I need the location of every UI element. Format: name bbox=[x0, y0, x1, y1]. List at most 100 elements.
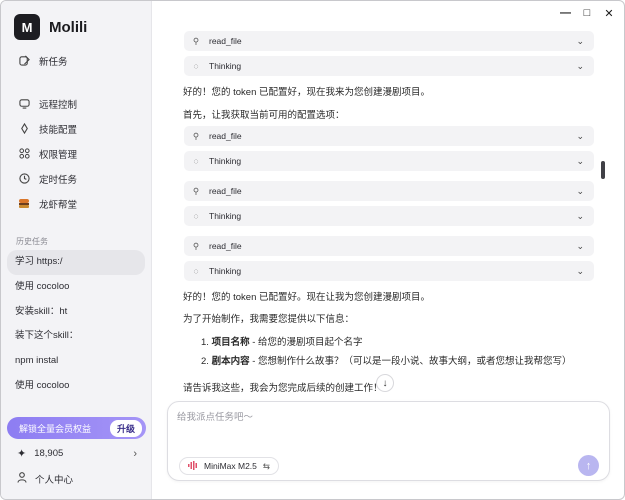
sidebar-item-label: 龙虾帮堂 bbox=[39, 199, 78, 211]
promo-text: 解锁全量会员权益 bbox=[19, 423, 92, 434]
app-window: M Molili 新任务 远程控制 技能配置 权限管理 定时任务 龙虾帮堂 历史… bbox=[0, 0, 625, 500]
list-number: 1. bbox=[201, 337, 209, 348]
history-item[interactable]: 使用 cocoloo bbox=[7, 374, 145, 399]
lobster-icon bbox=[18, 198, 30, 210]
upgrade-button[interactable]: 升级 bbox=[109, 419, 142, 437]
tool-call-label: read_file bbox=[209, 36, 242, 46]
scroll-down-button[interactable]: ↓ bbox=[376, 374, 394, 392]
tool-call-row[interactable]: ⚲ read_file ⌄ bbox=[184, 236, 594, 256]
tool-call-label: read_file bbox=[209, 186, 242, 196]
points-row[interactable]: ✦ 18,905 › bbox=[17, 447, 137, 461]
new-task-nav: 新任务 bbox=[9, 48, 145, 73]
profile-label: 个人中心 bbox=[35, 475, 74, 486]
chevron-down-icon: ⌄ bbox=[576, 35, 584, 46]
new-task-button[interactable]: 新任务 bbox=[9, 48, 145, 73]
history-item[interactable]: 使用 cocoloo bbox=[7, 275, 145, 300]
list-bold: 剧本内容 bbox=[211, 356, 250, 367]
thinking-label: Thinking bbox=[209, 61, 242, 71]
swap-icon: ⇆ bbox=[262, 460, 271, 471]
history-list: 学习 https:/ 使用 cocoloo 安装skill：ht 装下这个ski… bbox=[7, 250, 145, 399]
grid-icon bbox=[18, 148, 30, 160]
skill-icon bbox=[18, 123, 30, 135]
profile-row[interactable]: 个人中心 bbox=[17, 472, 73, 486]
assistant-message: 首先，让我获取当前可用的配置选项： bbox=[183, 110, 345, 121]
membership-promo[interactable]: 解锁全量会员权益 升级 bbox=[7, 417, 146, 439]
sparkle-icon: ✦ bbox=[17, 448, 27, 460]
list-number: 2. bbox=[201, 356, 209, 367]
thinking-row[interactable]: ◌ Thinking ⌄ bbox=[184, 206, 594, 226]
list-item: 2. 剧本内容 - 您想制作什么故事？（可以是一段小说、故事大纲，或者您想让我帮… bbox=[201, 353, 572, 367]
sidebar-item-label: 技能配置 bbox=[39, 124, 78, 136]
thinking-label: Thinking bbox=[209, 211, 242, 221]
thinking-row[interactable]: ◌ Thinking ⌄ bbox=[184, 261, 594, 281]
assistant-message: 请告诉我这些，我会为您完成后续的创建工作！ bbox=[183, 383, 383, 394]
sidebar-menu: 远程控制 技能配置 权限管理 定时任务 龙虾帮堂 bbox=[9, 91, 145, 216]
audio-wave-icon bbox=[188, 460, 198, 472]
history-item[interactable]: 学习 https:/ bbox=[7, 250, 145, 275]
history-section-label: 历史任务 bbox=[16, 237, 48, 246]
sidebar-item-label: 远程控制 bbox=[39, 99, 78, 111]
chevron-down-icon: ⌄ bbox=[576, 210, 584, 221]
list-bold: 项目名称 bbox=[211, 337, 250, 348]
thinking-icon: ◌ bbox=[193, 61, 199, 71]
task-input[interactable] bbox=[177, 408, 577, 426]
tool-call-label: read_file bbox=[209, 131, 242, 141]
list-text: - 给您的漫剧项目起个名字 bbox=[249, 337, 363, 348]
chevron-down-icon: ⌄ bbox=[576, 155, 584, 166]
send-button[interactable]: ↑ bbox=[578, 455, 599, 476]
sidebar-item-remote-control[interactable]: 远程控制 bbox=[9, 91, 145, 116]
history-item[interactable]: npm instal bbox=[7, 349, 145, 374]
thinking-icon: ◌ bbox=[193, 211, 199, 221]
chevron-down-icon: ⌄ bbox=[576, 185, 584, 196]
tool-call-label: read_file bbox=[209, 241, 242, 251]
model-name: MiniMax M2.5 bbox=[204, 461, 257, 471]
tool-icon: ⚲ bbox=[192, 240, 200, 251]
sidebar-item-label: 权限管理 bbox=[39, 149, 78, 161]
sidebar-item-lobster-hall[interactable]: 龙虾帮堂 bbox=[9, 191, 145, 216]
points-value: 18,905 bbox=[34, 448, 64, 459]
model-selector[interactable]: MiniMax M2.5 ⇆ bbox=[179, 457, 280, 475]
list-text: - 您想制作什么故事？（可以是一段小说、故事大纲，或者您想让我帮您写） bbox=[249, 356, 572, 367]
user-icon bbox=[17, 472, 27, 486]
tool-icon: ⚲ bbox=[192, 35, 200, 46]
clock-icon bbox=[18, 173, 30, 185]
tool-call-row[interactable]: ⚲ read_file ⌄ bbox=[184, 181, 594, 201]
monitor-icon bbox=[18, 98, 30, 110]
sidebar-item-scheduled-tasks[interactable]: 定时任务 bbox=[9, 166, 145, 191]
chevron-down-icon: ⌄ bbox=[576, 240, 584, 251]
composer: MiniMax M2.5 ⇆ ↑ bbox=[167, 401, 610, 481]
chat-area: ⚲ read_file ⌄ ◌ Thinking ⌄ 好的！您的 token 已… bbox=[153, 1, 624, 499]
chevron-down-icon: ⌄ bbox=[576, 130, 584, 141]
sidebar: M Molili 新任务 远程控制 技能配置 权限管理 定时任务 龙虾帮堂 历史… bbox=[1, 1, 152, 499]
assistant-message: 好的！您的 token 已配置好。现在让我为您创建漫剧项目。 bbox=[183, 292, 431, 303]
tool-call-row[interactable]: ⚲ read_file ⌄ bbox=[184, 31, 594, 51]
assistant-message: 好的！您的 token 已配置好，现在我来为您创建漫剧项目。 bbox=[183, 87, 431, 98]
history-item[interactable]: 安装skill：ht bbox=[7, 300, 145, 325]
scrollbar-thumb[interactable] bbox=[601, 161, 605, 179]
sidebar-item-skill-config[interactable]: 技能配置 bbox=[9, 116, 145, 141]
app-logo: M bbox=[14, 14, 40, 40]
new-task-label: 新任务 bbox=[39, 56, 68, 68]
tool-icon: ⚲ bbox=[192, 185, 200, 196]
sidebar-item-label: 定时任务 bbox=[39, 174, 78, 186]
tool-icon: ⚲ bbox=[192, 130, 200, 141]
assistant-message: 为了开始制作，我需要您提供以下信息： bbox=[183, 314, 355, 325]
arrow-up-icon: ↑ bbox=[585, 459, 592, 472]
new-task-icon bbox=[18, 55, 30, 67]
history-item[interactable]: 装下这个skill： bbox=[7, 324, 145, 349]
list-item: 1. 项目名称 - 给您的漫剧项目起个名字 bbox=[201, 334, 363, 348]
arrow-down-icon: ↓ bbox=[382, 377, 388, 389]
brand: M Molili bbox=[14, 14, 87, 40]
chevron-right-icon: › bbox=[133, 447, 137, 460]
thinking-row[interactable]: ◌ Thinking ⌄ bbox=[184, 56, 594, 76]
thinking-label: Thinking bbox=[209, 156, 242, 166]
app-name: Molili bbox=[49, 18, 88, 36]
chevron-down-icon: ⌄ bbox=[576, 60, 584, 71]
thinking-icon: ◌ bbox=[193, 156, 199, 166]
thinking-icon: ◌ bbox=[193, 266, 199, 276]
tool-call-row[interactable]: ⚲ read_file ⌄ bbox=[184, 126, 594, 146]
thinking-row[interactable]: ◌ Thinking ⌄ bbox=[184, 151, 594, 171]
thinking-label: Thinking bbox=[209, 266, 242, 276]
sidebar-item-permissions[interactable]: 权限管理 bbox=[9, 141, 145, 166]
chevron-down-icon: ⌄ bbox=[576, 265, 584, 276]
